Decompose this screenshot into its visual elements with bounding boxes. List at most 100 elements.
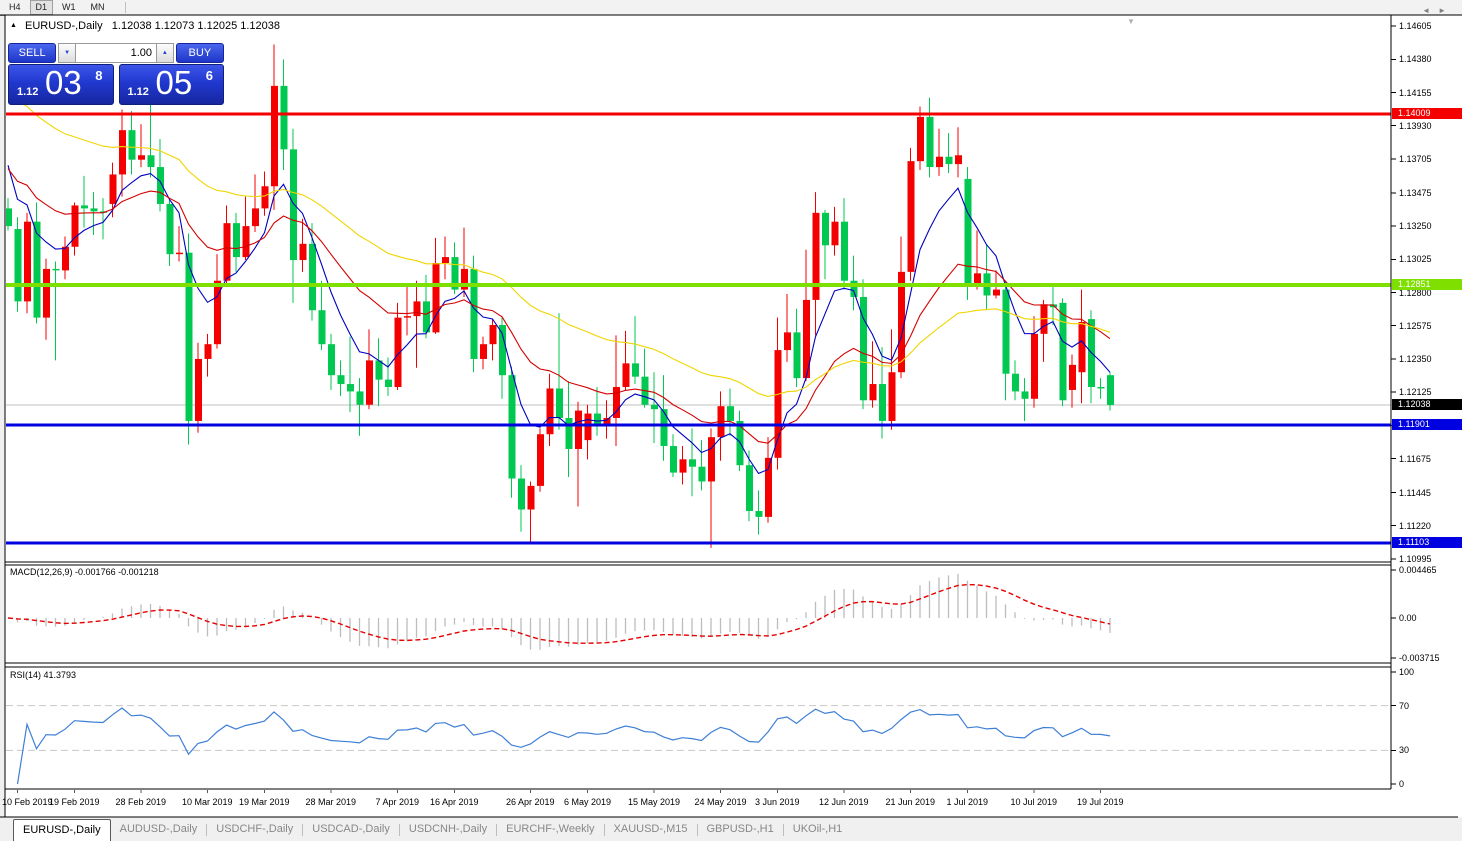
symbol-tab-ukoil[interactable]: UKOil-,H1 (784, 819, 852, 840)
candle-body (128, 130, 136, 160)
price-tag-1.11103: 1.11103 (1392, 537, 1462, 548)
candle-body (62, 246, 69, 271)
volume-input[interactable] (76, 43, 156, 63)
candle-body (6, 208, 12, 227)
candle-body (271, 85, 278, 187)
rsi-label: RSI(14) 41.3793 (10, 670, 77, 680)
candle-body (442, 257, 449, 264)
candle-body (888, 372, 896, 421)
tab-scroll-left-icon[interactable]: ◄ (1422, 6, 1438, 15)
candle-body (157, 167, 164, 204)
one-click-trading-panel: SELL ▼ ▲ BUY 1.12 03 8 1.12 05 6 (8, 43, 224, 105)
macd-scale-label: 0.00 (1399, 613, 1417, 623)
sell-price-prefix: 1.12 (17, 86, 39, 98)
candle-body (831, 221, 839, 246)
candle-body (119, 130, 126, 175)
candle-body (1107, 375, 1114, 405)
symbol-tab-eurusd[interactable]: EURUSD-,Daily (13, 819, 111, 841)
date-tick-label: 16 Apr 2019 (430, 797, 479, 807)
candle-body (945, 156, 953, 165)
sell-price-box[interactable]: 1.12 03 8 (8, 64, 114, 105)
candle-body (385, 379, 392, 387)
sell-button[interactable]: SELL (8, 43, 57, 63)
price-tick-label: 1.12350 (1399, 353, 1432, 364)
candle-body (926, 116, 934, 168)
date-tick-label: 6 May 2019 (564, 797, 612, 807)
price-tick-label: 1.13930 (1399, 120, 1432, 131)
candle-body (318, 310, 326, 345)
candle-body (698, 466, 706, 482)
candle-body (527, 485, 535, 510)
candle-body (404, 316, 411, 318)
price-tick-label: 1.12575 (1399, 320, 1432, 331)
candle-body (556, 388, 563, 418)
candle-body (679, 459, 687, 473)
collapse-triangle-icon[interactable]: ▲ (10, 22, 17, 29)
date-tick-label: 12 Jun 2019 (819, 797, 869, 807)
symbol-tab-usdcad[interactable]: USDCAD-,Daily (303, 819, 399, 840)
buy-price-box[interactable]: 1.12 05 6 (118, 64, 224, 105)
rsi-scale-label: 30 (1399, 745, 1410, 756)
symbol-tab-eurchf[interactable]: EURCHF-,Weekly (497, 819, 603, 840)
macd-scale-label: -0.003715 (1399, 652, 1440, 663)
candle-body (537, 434, 544, 486)
symbol-tab-audusd[interactable]: AUDUSD-,Daily (111, 819, 207, 840)
candle-body (185, 252, 193, 421)
date-tick-label: 3 Jun 2019 (755, 797, 800, 807)
candle-body (1031, 333, 1038, 399)
candle-body (309, 243, 316, 311)
chart-ohlc-values: 1.12038 1.12073 1.12025 1.12038 (111, 20, 281, 32)
candle-body (242, 226, 250, 258)
macd-scale-label: 0.004465 (1399, 564, 1437, 575)
terminal-window: H4 D1 W1 MN ▲ EURUSD-,Daily 1.12038 1.12… (0, 0, 1462, 841)
candle-body (176, 252, 183, 255)
current-price-tag: 1.12038 (1392, 399, 1462, 410)
date-tick-label: 10 Feb 2019 (2, 797, 53, 807)
candle-body (223, 223, 231, 281)
chart-shift-marker-icon[interactable]: ▼ (1127, 17, 1135, 26)
price-tag-1.12851: 1.12851 (1392, 279, 1462, 290)
candle-body (508, 375, 516, 479)
candle-body (195, 358, 202, 421)
candle-body (793, 332, 801, 379)
candle-body (993, 289, 1000, 296)
candle-body (584, 413, 592, 441)
candle-body (24, 221, 31, 302)
candle-body (204, 344, 212, 359)
symbol-tab-xauusd[interactable]: XAUUSD-,M15 (605, 819, 697, 840)
tab-scroll-right-icon[interactable]: ► (1438, 6, 1454, 15)
price-tick-label: 1.11675 (1399, 453, 1431, 464)
macd-label: MACD(12,26,9) -0.001766 -0.001218 (10, 567, 159, 577)
candle-body (166, 203, 174, 255)
price-tick-label: 1.10995 (1399, 553, 1432, 564)
sell-price-main: 03 (45, 64, 82, 101)
candle-body (917, 116, 924, 162)
candle-body (328, 344, 335, 376)
buy-button[interactable]: BUY (175, 43, 224, 63)
symbol-tab-usdcnh[interactable]: USDCNH-,Daily (400, 819, 496, 840)
candle-body (1078, 322, 1086, 373)
volume-decrease-button[interactable]: ▼ (58, 43, 76, 63)
symbol-tab-usdchf[interactable]: USDCHF-,Daily (207, 819, 302, 840)
date-tick-label: 1 Jul 2019 (946, 797, 989, 807)
candle-body (1059, 302, 1067, 401)
chart-canvas[interactable] (0, 0, 1462, 841)
candle-body (727, 406, 734, 421)
candle-body (594, 413, 601, 426)
volume-increase-button[interactable]: ▲ (156, 43, 174, 63)
candle-body (575, 410, 582, 449)
buy-price-prefix: 1.12 (127, 86, 149, 98)
candle-body (470, 268, 478, 359)
tab-scroll-arrows: ◄► (1422, 6, 1454, 15)
symbol-tab-gbpusd[interactable]: GBPUSD-,H1 (698, 819, 783, 840)
price-tick-label: 1.14605 (1399, 21, 1432, 32)
sell-price-pip: 8 (95, 68, 103, 83)
candle-body (499, 325, 506, 376)
candle-body (869, 384, 877, 401)
date-tick-label: 24 May 2019 (694, 797, 747, 807)
candle-body (1069, 364, 1076, 390)
candle-body (708, 437, 715, 482)
date-tick-label: 28 Mar 2019 (305, 797, 357, 807)
date-tick-label: 19 Mar 2019 (239, 797, 290, 807)
candle-body (841, 221, 848, 281)
